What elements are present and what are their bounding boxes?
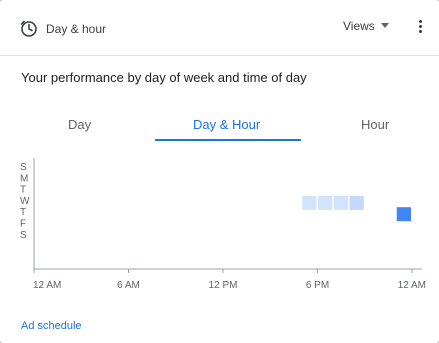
y-tick-label: T bbox=[20, 207, 26, 218]
x-tick-label: 12 PM bbox=[209, 280, 238, 291]
card-header: Day & hour Views bbox=[0, 0, 439, 56]
day-hour-heatmap: SMTWTFS12 AM 6 AM 12 PM 6 PM 12 AM bbox=[20, 158, 426, 291]
views-dropdown[interactable]: Views bbox=[343, 19, 389, 39]
y-tick-label: M bbox=[20, 173, 28, 184]
card-title: Day & hour bbox=[46, 22, 107, 36]
chart-subtitle: Your performance by day of week and time… bbox=[21, 70, 307, 85]
y-tick-label: F bbox=[20, 219, 26, 230]
x-tick-label: 12 AM bbox=[33, 280, 61, 291]
x-tick-label: 6 PM bbox=[306, 280, 329, 291]
tab-hour[interactable]: Hour bbox=[361, 117, 389, 132]
ad-schedule-link[interactable]: Ad schedule bbox=[21, 320, 82, 332]
dropdown-arrow-icon bbox=[380, 23, 389, 28]
heatmap-cell bbox=[318, 195, 333, 210]
clock-icon bbox=[20, 20, 37, 37]
x-tick-label: 12 AM bbox=[398, 280, 426, 291]
day-hour-card: Day & hour Views Your performance by day… bbox=[0, 0, 439, 343]
y-tick-label: W bbox=[20, 196, 30, 207]
heatmap-cell bbox=[302, 195, 317, 210]
y-tick-label: S bbox=[20, 162, 27, 173]
tab-day-and-hour[interactable]: Day & Hour bbox=[193, 117, 260, 132]
heatmap-cell bbox=[396, 207, 411, 222]
more-options-button[interactable] bbox=[412, 20, 428, 38]
tab-day[interactable]: Day bbox=[68, 117, 91, 132]
heatmap-cell bbox=[333, 195, 348, 210]
y-tick-label: T bbox=[20, 185, 26, 196]
x-tick-label: 6 AM bbox=[117, 280, 140, 291]
heatmap-cell bbox=[349, 195, 364, 210]
views-label: Views bbox=[343, 19, 375, 33]
more-vert-icon bbox=[412, 20, 428, 33]
y-tick-label: S bbox=[20, 230, 27, 241]
active-tab-indicator bbox=[155, 139, 301, 141]
